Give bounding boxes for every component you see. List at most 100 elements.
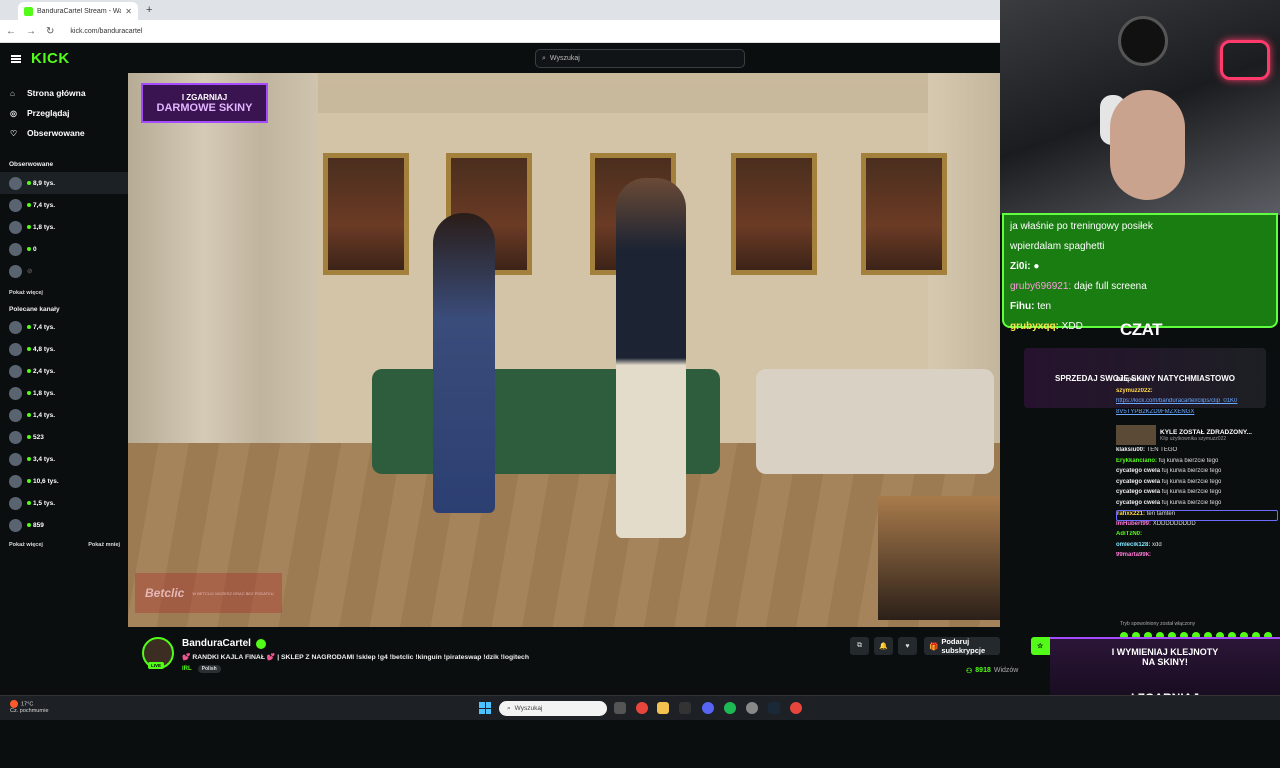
sidebar-channel[interactable]: ROSHTEINSlots & Casino10,6 tys. xyxy=(0,470,1000,768)
chat-link[interactable]: 8V5TYPB2KZD9FMZXENGX xyxy=(1116,409,1194,415)
avatar xyxy=(9,176,22,190)
chat-username[interactable]: ImHubert99: xyxy=(1116,521,1151,527)
search-input[interactable]: ⌕ Wyszukaj xyxy=(535,49,745,68)
chrome-icon[interactable] xyxy=(636,702,648,714)
search-icon: ⌕ xyxy=(542,54,546,62)
task-view-icon[interactable] xyxy=(614,702,626,714)
viewer-number: 1,8 tys. xyxy=(33,389,56,397)
sidebar-channel[interactable]: PopoRozmowy2,4 tys. xyxy=(0,360,1000,768)
clip-title: KYLE ZOSTAŁ ZDRADZONY... xyxy=(1160,428,1252,436)
avatar xyxy=(9,264,22,278)
avatar xyxy=(9,474,22,488)
chat-username[interactable]: klaksiu00: xyxy=(1116,447,1145,453)
chat-username[interactable]: cycatego cwela xyxy=(1116,479,1160,485)
temperature: 17°C xyxy=(21,701,34,708)
chat-link[interactable]: https://kick.com/banduracartel/clips/cli… xyxy=(1116,398,1237,404)
weather-widget[interactable]: 17°C Cz. pochmurnie xyxy=(10,700,49,715)
avatar xyxy=(9,220,22,234)
betclic-logo: Betclic W BETCLIC MOŻESZ GRAĆ BEZ PODATK… xyxy=(135,573,282,613)
stream-category[interactable]: IRL xyxy=(182,666,192,672)
video-player[interactable]: I ZGARNIAJ DARMOWE SKINY Betclic W BETCL… xyxy=(128,73,1000,627)
steam-icon[interactable] xyxy=(768,702,780,714)
file-explorer-icon[interactable] xyxy=(657,702,669,714)
followed-heading: Obserwowane xyxy=(9,161,54,168)
clip-card[interactable]: KYLE ZOSTAŁ ZDRADZONY... Klip użytkownik… xyxy=(1116,423,1278,447)
new-tab-icon[interactable]: + xyxy=(146,4,152,16)
channel-name[interactable]: BanduraCartel xyxy=(182,638,251,649)
chat-username[interactable]: cycatego cwela xyxy=(1116,500,1160,506)
sidebar-channel[interactable]: WRONEKIRL1,5 tys. xyxy=(0,492,1000,768)
chat-username[interactable]: Dkope: xyxy=(1116,377,1136,383)
reload-icon[interactable]: ↻ xyxy=(46,26,54,37)
sidebar-channel[interactable]: KubonLeague of Legends523 xyxy=(0,426,1000,768)
forward-icon[interactable]: → xyxy=(26,26,36,37)
app-icon[interactable] xyxy=(679,702,691,714)
viewer-count: ⚇ 8918 Widzów xyxy=(966,667,1018,675)
show-more-followed[interactable]: Pokaż więcej xyxy=(9,290,43,296)
url-field[interactable]: kick.com/banduracartel xyxy=(70,28,142,35)
gift-subscription-label: Podaruj subskrypcje xyxy=(941,637,986,655)
avatar xyxy=(9,430,22,444)
windows-start-icon[interactable] xyxy=(479,702,491,714)
discord-icon[interactable] xyxy=(702,702,714,714)
follow-heart-icon[interactable]: ♥ xyxy=(898,637,917,655)
nav-label: Obserwowane xyxy=(27,128,85,138)
back-icon[interactable]: ← xyxy=(6,26,16,37)
sidebar-channel[interactable]: BanduraCartel IRL 8,9 tys. xyxy=(0,172,1000,768)
viewer-count: 859 xyxy=(27,522,44,529)
sidebar-channel[interactable]: grendyGrand Theft Auto ...7,4 tys. xyxy=(0,194,1000,768)
viewer-count: 3,4 tys. xyxy=(27,456,55,463)
kick-favicon-icon xyxy=(24,6,33,16)
overlay-chat-line: ja właśnie po treningowy posiłek xyxy=(1010,217,1270,237)
nav-browse[interactable]: ◎ Przeglądaj xyxy=(0,103,128,123)
sidebar-channel[interactable]: grendyGrand Theft Auto ...7,4 tys. xyxy=(0,316,1000,768)
nav-home[interactable]: ⌂ Strona główna xyxy=(0,83,128,103)
chrome-icon[interactable] xyxy=(790,702,802,714)
chat-username[interactable]: szymuzz022: xyxy=(1116,388,1153,394)
overlay-chat-line: gruby696921: daje full screena xyxy=(1010,277,1270,297)
kick-logo[interactable]: KICK xyxy=(31,50,70,67)
theater-mode-icon[interactable]: ⧉ xyxy=(850,637,869,655)
chat-username[interactable]: omlecik128: xyxy=(1116,542,1150,548)
settings-icon[interactable] xyxy=(746,702,758,714)
person-man xyxy=(616,178,686,538)
browser-tab[interactable]: BanduraCartel Stream - Wa ✕ xyxy=(18,2,138,20)
viewer-number: 10,6 tys. xyxy=(33,477,59,485)
sidebar-channel[interactable]: niterRozmowy1,8 tys. xyxy=(0,382,1000,768)
menu-icon[interactable] xyxy=(11,54,21,63)
chat-message: https://kick.com/banduracartel/clips/cli… xyxy=(1116,398,1278,409)
chat-username[interactable]: 99marta99k: xyxy=(1116,552,1151,558)
show-less-recommended[interactable]: Pokaż mniej xyxy=(88,542,120,548)
avatar xyxy=(9,342,22,356)
chat-username[interactable]: cycatego cwela xyxy=(1116,489,1160,495)
chat-username[interactable]: rafixx221: xyxy=(1117,511,1145,517)
tab-close-icon[interactable]: ✕ xyxy=(125,7,132,16)
gift-subscription-button[interactable]: 🎁 Podaruj subskrypcje xyxy=(924,637,1000,655)
chat-username[interactable]: cycatego cwela xyxy=(1116,468,1160,474)
sidebar-channel[interactable]: NEEXcsgo⊘ xyxy=(0,260,1000,768)
viewer-count: 7,4 tys. xyxy=(27,202,55,209)
verified-icon xyxy=(255,638,266,649)
notification-bell-icon[interactable]: 🔔 xyxy=(874,637,893,655)
viewer-count: 1,8 tys. xyxy=(27,224,55,231)
taskbar-search[interactable]: ⌕ Wyszukaj xyxy=(499,701,607,716)
sidebar: ⌂ Strona główna ◎ Przeglądaj ♡ Obserwowane … xyxy=(0,73,1000,768)
show-more-recommended[interactable]: Pokaż więcej xyxy=(9,542,43,548)
sidebar-channel[interactable]: takuuGrand Theft Auto ...4,8 tys. xyxy=(0,338,1000,768)
sidebar-channel[interactable]: niterCounter-Strike 21,8 tys. xyxy=(0,216,1000,768)
sidebar-channel[interactable]: ClassybeefSlots & Casino3,4 tys. xyxy=(0,448,1000,768)
chat-username[interactable]: Erykkanciano: xyxy=(1116,458,1157,464)
sidebar-channel[interactable]: RybsonLoLPEAK1,4 tys. xyxy=(0,404,1000,768)
viewer-count: 1,8 tys. xyxy=(27,390,55,397)
viewer-number: 859 xyxy=(33,521,44,529)
language-tag[interactable]: Polish xyxy=(197,665,221,673)
chat-username[interactable]: AdiTzN0: xyxy=(1116,531,1142,537)
sidebar-channel[interactable]: JapczanIt Takes Two859 xyxy=(0,514,1000,768)
taskbar: 17°C Cz. pochmurnie ⌕ Wyszukaj xyxy=(0,695,1280,720)
sidebar-channel[interactable]: xmerghani0 xyxy=(0,238,1000,768)
avatar xyxy=(9,386,22,400)
overlay-chat-line: Fihu: ten xyxy=(1010,297,1270,317)
viewer-number: 4,8 tys. xyxy=(33,345,56,353)
nav-following[interactable]: ♡ Obserwowane xyxy=(0,123,128,143)
spotify-icon[interactable] xyxy=(724,702,736,714)
